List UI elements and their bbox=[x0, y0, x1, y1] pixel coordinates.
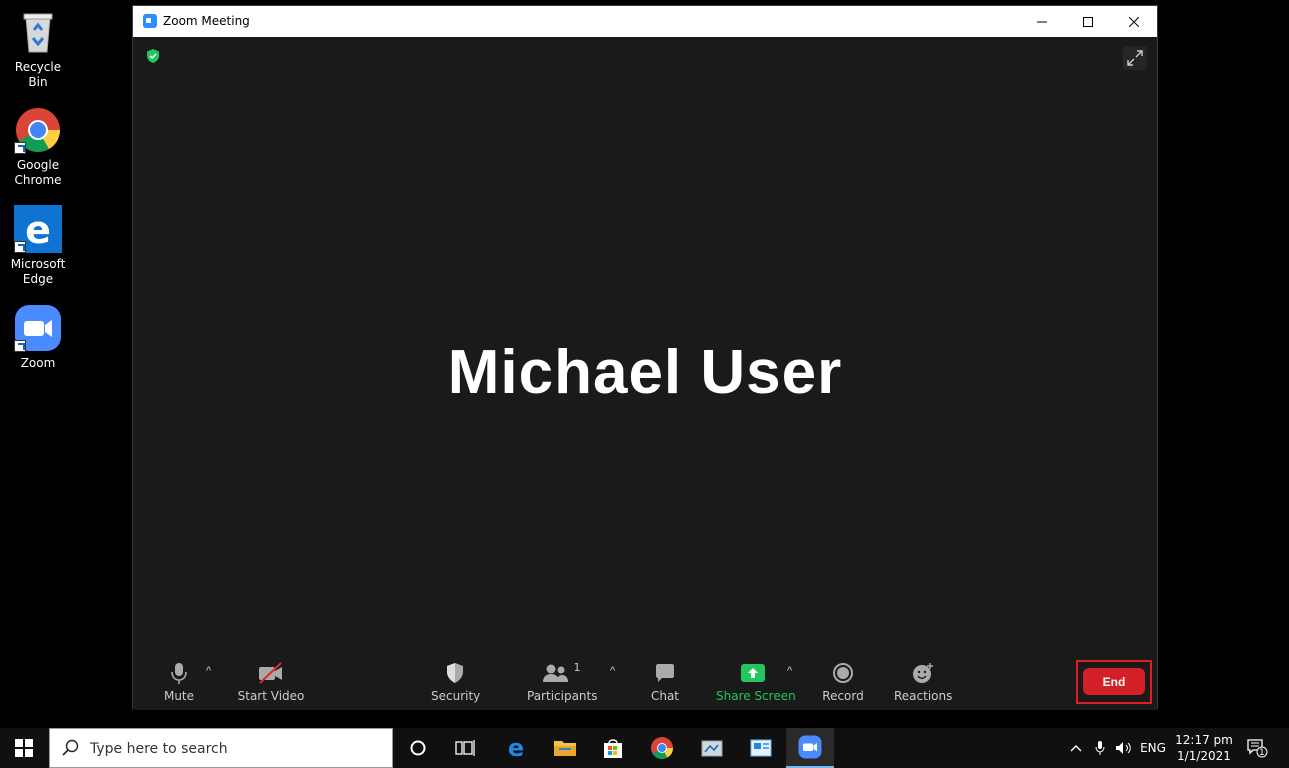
end-meeting-button[interactable]: End bbox=[1083, 668, 1145, 695]
taskbar: Type here to search e ENG 12:17 pm 1/1/2… bbox=[0, 728, 1289, 768]
zoom-logo-icon bbox=[143, 14, 157, 28]
microphone-icon bbox=[171, 663, 187, 684]
cortana-button[interactable] bbox=[394, 728, 442, 768]
shortcut-arrow-icon bbox=[14, 142, 26, 154]
speaker-icon bbox=[1116, 742, 1131, 754]
fullscreen-button[interactable] bbox=[1123, 46, 1147, 70]
action-center-button[interactable]: 1 bbox=[1244, 728, 1270, 768]
language-indicator[interactable]: ENG bbox=[1137, 728, 1169, 768]
svg-text:e: e bbox=[25, 208, 51, 252]
desktop-icon-zoom[interactable]: Zoom bbox=[4, 304, 72, 371]
search-placeholder: Type here to search bbox=[90, 741, 228, 757]
reactions-smiley-icon bbox=[913, 663, 933, 683]
video-area: Michael User bbox=[133, 37, 1157, 647]
reactions-button[interactable]: Reactions bbox=[894, 661, 952, 703]
zoom-app-icon bbox=[798, 735, 822, 759]
start-button[interactable] bbox=[0, 728, 48, 768]
participants-count: 1 bbox=[573, 660, 581, 674]
app-window-icon bbox=[701, 740, 723, 757]
folder-icon bbox=[554, 741, 576, 756]
chrome-icon bbox=[14, 106, 62, 154]
taskbar-store[interactable] bbox=[589, 728, 637, 768]
audio-options-caret[interactable]: ^ bbox=[206, 665, 211, 677]
security-shield-icon bbox=[447, 663, 463, 683]
record-button[interactable]: Record bbox=[821, 661, 865, 703]
encryption-shield-icon[interactable] bbox=[145, 48, 161, 64]
chat-bubble-icon bbox=[656, 664, 674, 682]
security-label: Security bbox=[431, 689, 481, 703]
security-button[interactable]: Security bbox=[431, 661, 481, 703]
share-screen-button[interactable]: Share Screen bbox=[716, 661, 796, 703]
close-button[interactable] bbox=[1111, 6, 1157, 37]
zoom-label: Zoom bbox=[20, 356, 56, 370]
participants-options-caret[interactable]: ^ bbox=[610, 665, 615, 677]
record-label: Record bbox=[822, 689, 864, 703]
chevron-up-icon bbox=[1070, 745, 1082, 752]
taskbar-app-1[interactable] bbox=[688, 728, 736, 768]
google-chrome-label: Google Chrome bbox=[14, 158, 62, 187]
taskbar-app-2[interactable] bbox=[737, 728, 785, 768]
desktop: Recycle Bin Google Chrome e Microsoft Ed… bbox=[0, 0, 1289, 728]
control-panel-icon bbox=[750, 739, 772, 757]
end-button-highlight: End bbox=[1076, 660, 1152, 704]
taskbar-zoom[interactable] bbox=[786, 728, 834, 768]
windows-logo-icon bbox=[15, 739, 33, 757]
edge-icon: e bbox=[14, 205, 62, 253]
shortcut-arrow-icon bbox=[14, 241, 26, 253]
participants-button[interactable]: 1 Participants bbox=[527, 660, 598, 704]
shortcut-arrow-icon bbox=[14, 340, 26, 352]
volume-button[interactable] bbox=[1113, 728, 1135, 768]
reactions-label: Reactions bbox=[894, 689, 953, 703]
notification-count: 1 bbox=[1259, 748, 1265, 758]
edge-icon: e bbox=[508, 736, 524, 760]
participants-label: Participants bbox=[527, 689, 598, 703]
desktop-icon-google-chrome[interactable]: Google Chrome bbox=[4, 106, 72, 188]
mute-button[interactable]: Mute bbox=[161, 661, 197, 703]
expand-icon bbox=[1127, 50, 1143, 66]
taskbar-chrome[interactable] bbox=[638, 728, 686, 768]
task-view-icon bbox=[455, 740, 475, 756]
participant-name: Michael User bbox=[447, 338, 843, 407]
participants-icon bbox=[542, 664, 568, 682]
microphone-tray-button[interactable] bbox=[1090, 728, 1110, 768]
zoom-app-icon bbox=[14, 304, 62, 352]
recycle-bin-icon bbox=[14, 8, 62, 56]
desktop-icon-microsoft-edge[interactable]: e Microsoft Edge bbox=[4, 205, 72, 287]
chat-button[interactable]: Chat bbox=[649, 661, 681, 703]
task-view-button[interactable] bbox=[441, 728, 489, 768]
microphone-icon bbox=[1095, 741, 1105, 755]
window-title: Zoom Meeting bbox=[163, 14, 250, 28]
desktop-icon-recycle-bin[interactable]: Recycle Bin bbox=[4, 8, 72, 90]
chrome-icon bbox=[651, 737, 673, 759]
record-icon bbox=[833, 663, 853, 683]
clock-date: 1/1/2021 bbox=[1177, 749, 1231, 763]
video-off-icon bbox=[259, 662, 282, 684]
taskbar-search-box[interactable]: Type here to search bbox=[49, 728, 393, 768]
mute-label: Mute bbox=[163, 689, 195, 703]
search-icon bbox=[62, 739, 79, 756]
taskbar-edge[interactable]: e bbox=[492, 728, 540, 768]
title-bar[interactable]: Zoom Meeting bbox=[133, 6, 1157, 37]
cortana-circle-icon bbox=[410, 740, 426, 756]
meeting-toolbar: Mute ^ Start Video Security 1 Participan… bbox=[133, 647, 1157, 710]
taskbar-file-explorer[interactable] bbox=[541, 728, 589, 768]
show-hidden-icons-button[interactable] bbox=[1066, 728, 1086, 768]
minimize-button[interactable] bbox=[1019, 6, 1065, 37]
zoom-meeting-window: Zoom Meeting Michael User Mute ^ Start V… bbox=[132, 5, 1158, 710]
maximize-button[interactable] bbox=[1065, 6, 1111, 37]
microsoft-edge-label: Microsoft Edge bbox=[10, 257, 66, 286]
taskbar-clock[interactable]: 12:17 pm 1/1/2021 bbox=[1172, 732, 1236, 764]
svg-text:e: e bbox=[508, 736, 524, 760]
chat-label: Chat bbox=[650, 689, 680, 703]
share-screen-label: Share Screen bbox=[716, 689, 796, 703]
share-screen-icon bbox=[741, 664, 765, 682]
clock-time: 12:17 pm bbox=[1175, 733, 1233, 747]
start-video-label: Start Video bbox=[237, 689, 305, 703]
recycle-bin-label: Recycle Bin bbox=[14, 60, 62, 89]
start-video-button[interactable]: Start Video bbox=[237, 661, 305, 703]
store-bag-icon bbox=[604, 739, 622, 758]
share-options-caret[interactable]: ^ bbox=[787, 665, 792, 677]
